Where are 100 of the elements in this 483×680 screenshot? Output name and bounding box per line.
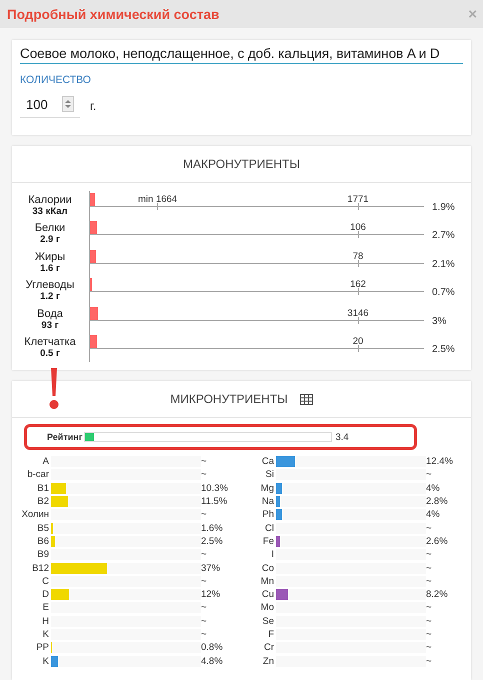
spinner-icon[interactable] (62, 96, 74, 112)
percent-value: ~ (201, 576, 207, 587)
percent-value: ~ (201, 456, 207, 468)
percent-value: 1.6% (201, 522, 223, 534)
nutrient-name: Mg (260, 482, 274, 494)
nutrient-name: B12 (31, 562, 49, 574)
quantity-label: КОЛИЧЕСТВО (20, 74, 92, 86)
nutrient-name: Cl (264, 522, 274, 534)
nutrient-name: Fe (262, 536, 274, 547)
percent-value: ~ (426, 469, 432, 480)
nutrient-name: D (41, 589, 49, 600)
nutrient-name: Ph (261, 509, 274, 520)
percent-value: 2.1% (432, 258, 455, 270)
nutrient-amount: 0.5 г (40, 348, 60, 360)
nutrient-name: PP (35, 642, 49, 654)
nutrient-amount: 33 кКал (32, 206, 68, 217)
percent-value: ~ (201, 549, 207, 560)
percent-value: 2.5% (432, 344, 455, 355)
nutrient-name: B5 (36, 522, 49, 534)
nutrient-name: B9 (36, 549, 49, 560)
nutrient-name: Mn (260, 576, 274, 587)
percent-value: 0.7% (432, 287, 455, 298)
nutrient-name: Mo (260, 602, 274, 614)
unit-label: г. (90, 99, 96, 113)
nutrient-amount: 1.2 г (40, 291, 60, 302)
norm-value: 1771 (347, 194, 369, 204)
percent-value: ~ (426, 642, 432, 654)
nutrient-name: E (42, 602, 49, 614)
product-name-field[interactable]: Соевое молоко, неподслащенное, с доб. кальция, витаминов A и D (20, 44, 463, 64)
window-title: Подробный химический состав (7, 6, 220, 22)
section-title: МАКРОНУТРИЕНТЫ (183, 157, 300, 171)
percent-value: 4% (426, 482, 440, 494)
nutrient-name: H (41, 616, 49, 627)
nutrient-name: F (267, 629, 274, 640)
percent-value: 0.8% (201, 642, 223, 654)
percent-value: ~ (201, 629, 207, 640)
nutrient-name: K (42, 656, 49, 667)
percent-value: ~ (426, 602, 432, 614)
percent-value: 8.2% (426, 589, 448, 600)
percent-value: 12% (201, 589, 220, 600)
percent-value: ~ (426, 522, 432, 534)
percent-value: 4.8% (201, 656, 223, 667)
percent-value: 2.6% (426, 536, 448, 547)
nutrient-name: B1 (36, 482, 49, 494)
nutrient-amount: 2.9 г (40, 234, 60, 246)
norm-value: 106 (350, 222, 366, 233)
nutrient-amount: 1.6 г (40, 262, 60, 274)
percent-value: ~ (426, 562, 432, 574)
nutrient-name: B2 (36, 496, 49, 508)
nutrient-name: Углеводы (26, 279, 74, 292)
nutrient-name: Cu (260, 589, 274, 600)
nutrient-name: Na (260, 496, 274, 508)
percent-value: ~ (201, 616, 207, 627)
nutrient-name: Se (261, 616, 274, 627)
percent-value: ~ (426, 629, 432, 640)
percent-value: ~ (201, 602, 207, 614)
percent-value: 11.5% (201, 496, 228, 508)
percent-value: ~ (201, 509, 207, 520)
percent-value: 2.5% (201, 536, 223, 547)
quantity-field[interactable]: 100 (20, 94, 80, 118)
percent-value: ~ (201, 469, 207, 480)
percent-value: ~ (426, 549, 432, 560)
norm-value: 78 (352, 250, 364, 262)
rating-label: Рейтинг (47, 432, 82, 442)
percent-value: ~ (426, 576, 432, 587)
nutrient-name: Белки (34, 222, 66, 234)
nutrient-name: Si (264, 469, 274, 480)
table-icon[interactable] (300, 394, 313, 404)
percent-value: 4% (426, 509, 440, 520)
norm-value: 3146 (347, 308, 369, 318)
nutrient-amount: 93 г (41, 320, 59, 331)
nutrient-name: I (270, 549, 274, 560)
nutrient-name: Жиры (34, 250, 66, 263)
nutrient-name: Zn (262, 656, 274, 667)
nutrient-name: b-car (26, 469, 49, 480)
percent-value: ~ (426, 616, 432, 627)
percent-value: ~ (426, 656, 432, 667)
percent-value: 1.9% (432, 202, 455, 212)
nutrient-name: Ca (260, 456, 274, 468)
exclamation-icon (49, 368, 59, 410)
nutrient-name: Co (260, 562, 274, 574)
nutrient-name: Cr (262, 642, 274, 654)
nutrient-name: K (42, 629, 49, 640)
percent-value: 37% (201, 562, 220, 574)
min-label: min 1664 (138, 194, 178, 204)
percent-value: 3% (432, 316, 446, 326)
percent-value: 12.4% (426, 456, 453, 468)
section-title: МИКРОНУТРИЕНТЫ (170, 392, 288, 406)
nutrient-name: Вода (37, 308, 63, 320)
percent-value: 2.8% (426, 496, 448, 508)
nutrient-name: Калории (28, 194, 72, 206)
norm-value: 162 (350, 279, 366, 290)
rating-value: 3.4 (335, 432, 349, 442)
percent-value: 10.3% (201, 482, 228, 494)
nutrient-name: A (42, 456, 49, 468)
nutrient-name: Клетчатка (24, 336, 76, 348)
nutrient-name: B6 (36, 536, 49, 547)
norm-value: 20 (352, 336, 364, 347)
nutrient-name: Холин (20, 509, 49, 520)
percent-value: 2.7% (432, 230, 455, 241)
